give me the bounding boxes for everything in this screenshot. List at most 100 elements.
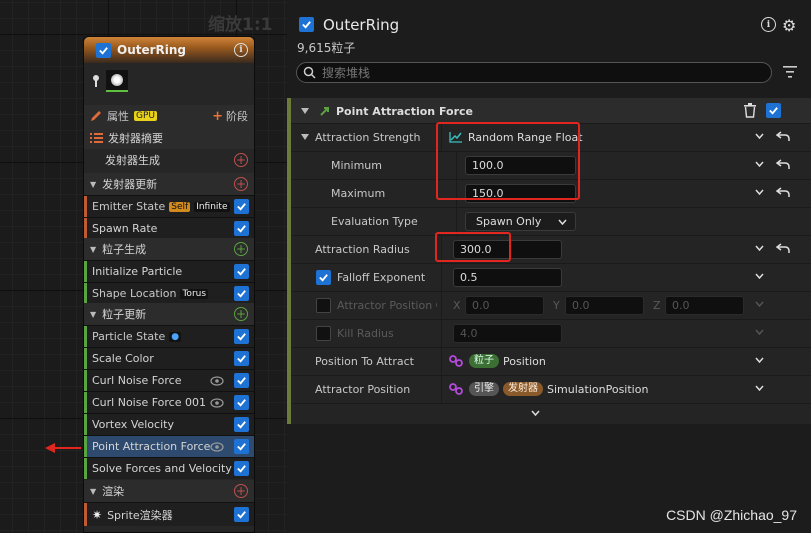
add-module-icon[interactable]: + [234, 307, 248, 321]
info-icon[interactable]: i [234, 43, 248, 57]
add-module-icon[interactable]: + [234, 484, 248, 498]
module-scale-color[interactable]: Scale Color [84, 347, 254, 369]
chevron-down-icon[interactable] [755, 189, 764, 195]
module-solve-forces-velocity[interactable]: Solve Forces and Velocity [84, 457, 254, 479]
particle-update-row[interactable]: ▼ 粒子更新 + [84, 303, 254, 325]
add-module-icon[interactable]: + [234, 153, 248, 167]
collapse-icon[interactable]: ▼ [90, 487, 96, 496]
emitter-enable-checkbox[interactable] [299, 17, 314, 32]
properties-row[interactable]: 属性 GPU + 阶段 [84, 105, 254, 127]
module-enable-checkbox[interactable] [234, 264, 249, 279]
emitter-summary-row[interactable]: 发射器摘要 [84, 127, 254, 149]
collapse-icon[interactable]: ▼ [90, 245, 96, 254]
emitter-graph-canvas[interactable]: 缩放1:1 OuterRing i 属性 GPU + 阶段 发射器摘要 发射器生… [0, 0, 287, 533]
module-sprite-renderer[interactable]: ✷ Sprite渲染器 [84, 502, 254, 526]
info-icon[interactable]: i [761, 17, 776, 32]
param-label: Attractor Position C [337, 299, 437, 312]
chevron-down-icon[interactable] [755, 301, 764, 307]
module-emitter-state[interactable]: Emitter State Self Infinite [84, 195, 254, 217]
module-particle-state[interactable]: Particle State ● [84, 325, 254, 347]
falloff-exponent-row: Falloff Exponent 0.5 [291, 264, 811, 292]
module-vortex-velocity[interactable]: Vortex Velocity [84, 413, 254, 435]
module-enable-checkbox[interactable] [234, 507, 249, 522]
chevron-down-icon[interactable] [755, 161, 764, 167]
x-field[interactable]: 0.0 [465, 296, 544, 315]
module-curl-noise-force[interactable]: Curl Noise Force [84, 369, 254, 391]
module-enable-checkbox[interactable] [234, 461, 249, 476]
evaluation-type-dropdown[interactable]: Spawn Only [465, 212, 576, 231]
chevron-down-icon[interactable] [755, 329, 764, 335]
module-enable-checkbox[interactable] [234, 351, 249, 366]
pin-icon[interactable] [92, 74, 100, 88]
chevron-down-icon [558, 219, 567, 225]
eye-icon[interactable] [210, 375, 224, 386]
attractor-position-checkbox[interactable] [316, 298, 331, 313]
module-enable-checkbox[interactable] [234, 439, 249, 454]
red-highlight-box [435, 232, 511, 262]
y-field[interactable]: 0.0 [565, 296, 644, 315]
module-enable-checkbox[interactable] [234, 373, 249, 388]
emitter-enable-checkbox[interactable] [96, 42, 111, 58]
gpu-tag: GPU [134, 111, 157, 121]
emitter-node-header[interactable]: OuterRing i [84, 37, 254, 63]
reset-icon[interactable] [776, 158, 790, 170]
trash-icon[interactable] [743, 103, 757, 118]
render-row[interactable]: ▼ 渲染 + [84, 480, 254, 502]
module-enable-checkbox[interactable] [234, 221, 249, 236]
module-enable-checkbox[interactable] [234, 199, 249, 214]
module-header[interactable]: Point Attraction Force [291, 98, 811, 124]
collapse-icon[interactable]: ▼ [90, 180, 96, 189]
chevron-down-icon[interactable] [755, 245, 764, 251]
collapse-icon[interactable] [301, 108, 309, 114]
collapse-icon[interactable] [301, 134, 309, 140]
particle-spawn-row[interactable]: ▼ 粒子生成 + [84, 238, 254, 260]
z-field[interactable]: 0.0 [665, 296, 744, 315]
module-enable-checkbox[interactable] [234, 417, 249, 432]
properties-label: 属性 [107, 110, 129, 123]
kill-radius-field[interactable]: 4.0 [453, 324, 562, 343]
red-arrow-annotation [45, 443, 81, 453]
add-module-icon[interactable]: + [234, 242, 248, 256]
gear-icon[interactable]: ⚙ [782, 16, 796, 35]
add-module-icon[interactable]: + [234, 177, 248, 191]
reset-icon[interactable] [776, 242, 790, 254]
emitter-update-row[interactable]: ▼ 发射器更新 + [84, 173, 254, 195]
falloff-enable-checkbox[interactable] [316, 270, 331, 285]
param-label: Attraction Strength [315, 131, 421, 144]
search-input[interactable] [322, 65, 722, 80]
emitter-node[interactable]: OuterRing i 属性 GPU + 阶段 发射器摘要 发射器生成 + ▼ [83, 36, 255, 533]
chevron-down-icon[interactable] [755, 385, 764, 391]
module-enable-checkbox[interactable] [234, 286, 249, 301]
chevron-down-icon[interactable] [755, 273, 764, 279]
module-curl-noise-force-001[interactable]: Curl Noise Force 001 [84, 391, 254, 413]
eye-icon[interactable] [210, 441, 224, 452]
kill-radius-row: Kill Radius 4.0 [291, 320, 811, 348]
chevron-down-icon[interactable] [755, 357, 764, 363]
emitter-spawn-row[interactable]: 发射器生成 + [84, 149, 254, 171]
module-initialize-particle[interactable]: Initialize Particle [84, 260, 254, 282]
module-enable-checkbox[interactable] [234, 329, 249, 344]
expand-advanced-icon[interactable] [531, 410, 540, 416]
reset-icon[interactable] [776, 186, 790, 198]
falloff-exponent-field[interactable]: 0.5 [453, 268, 562, 287]
collapse-icon[interactable]: ▼ [90, 310, 96, 319]
module-enable-checkbox[interactable] [766, 103, 781, 118]
reset-icon[interactable] [776, 130, 790, 142]
linked-input[interactable]: 粒子 Position [449, 354, 546, 368]
kill-radius-checkbox[interactable] [316, 326, 331, 341]
param-label: Position To Attract [315, 355, 414, 368]
module-shape-location[interactable]: Shape Location Torus [84, 282, 254, 304]
stage-button[interactable]: + 阶段 [212, 108, 248, 124]
sprite-icon: ✷ [92, 507, 103, 522]
module-enable-checkbox[interactable] [234, 395, 249, 410]
filter-icon[interactable] [783, 66, 797, 78]
dropdown-value: Spawn Only [476, 215, 542, 228]
module-spawn-rate[interactable]: Spawn Rate [84, 217, 254, 239]
emitter-thumbnail[interactable] [106, 70, 128, 92]
module-point-attraction-force[interactable]: Point Attraction Force [84, 435, 254, 457]
eye-icon[interactable] [210, 397, 224, 408]
chevron-down-icon[interactable] [755, 133, 764, 139]
emitter-spawn-label: 发射器生成 [105, 154, 160, 167]
particle-spawn-label: 粒子生成 [102, 243, 147, 256]
linked-input[interactable]: 引擎 发射器 SimulationPosition [449, 382, 648, 396]
